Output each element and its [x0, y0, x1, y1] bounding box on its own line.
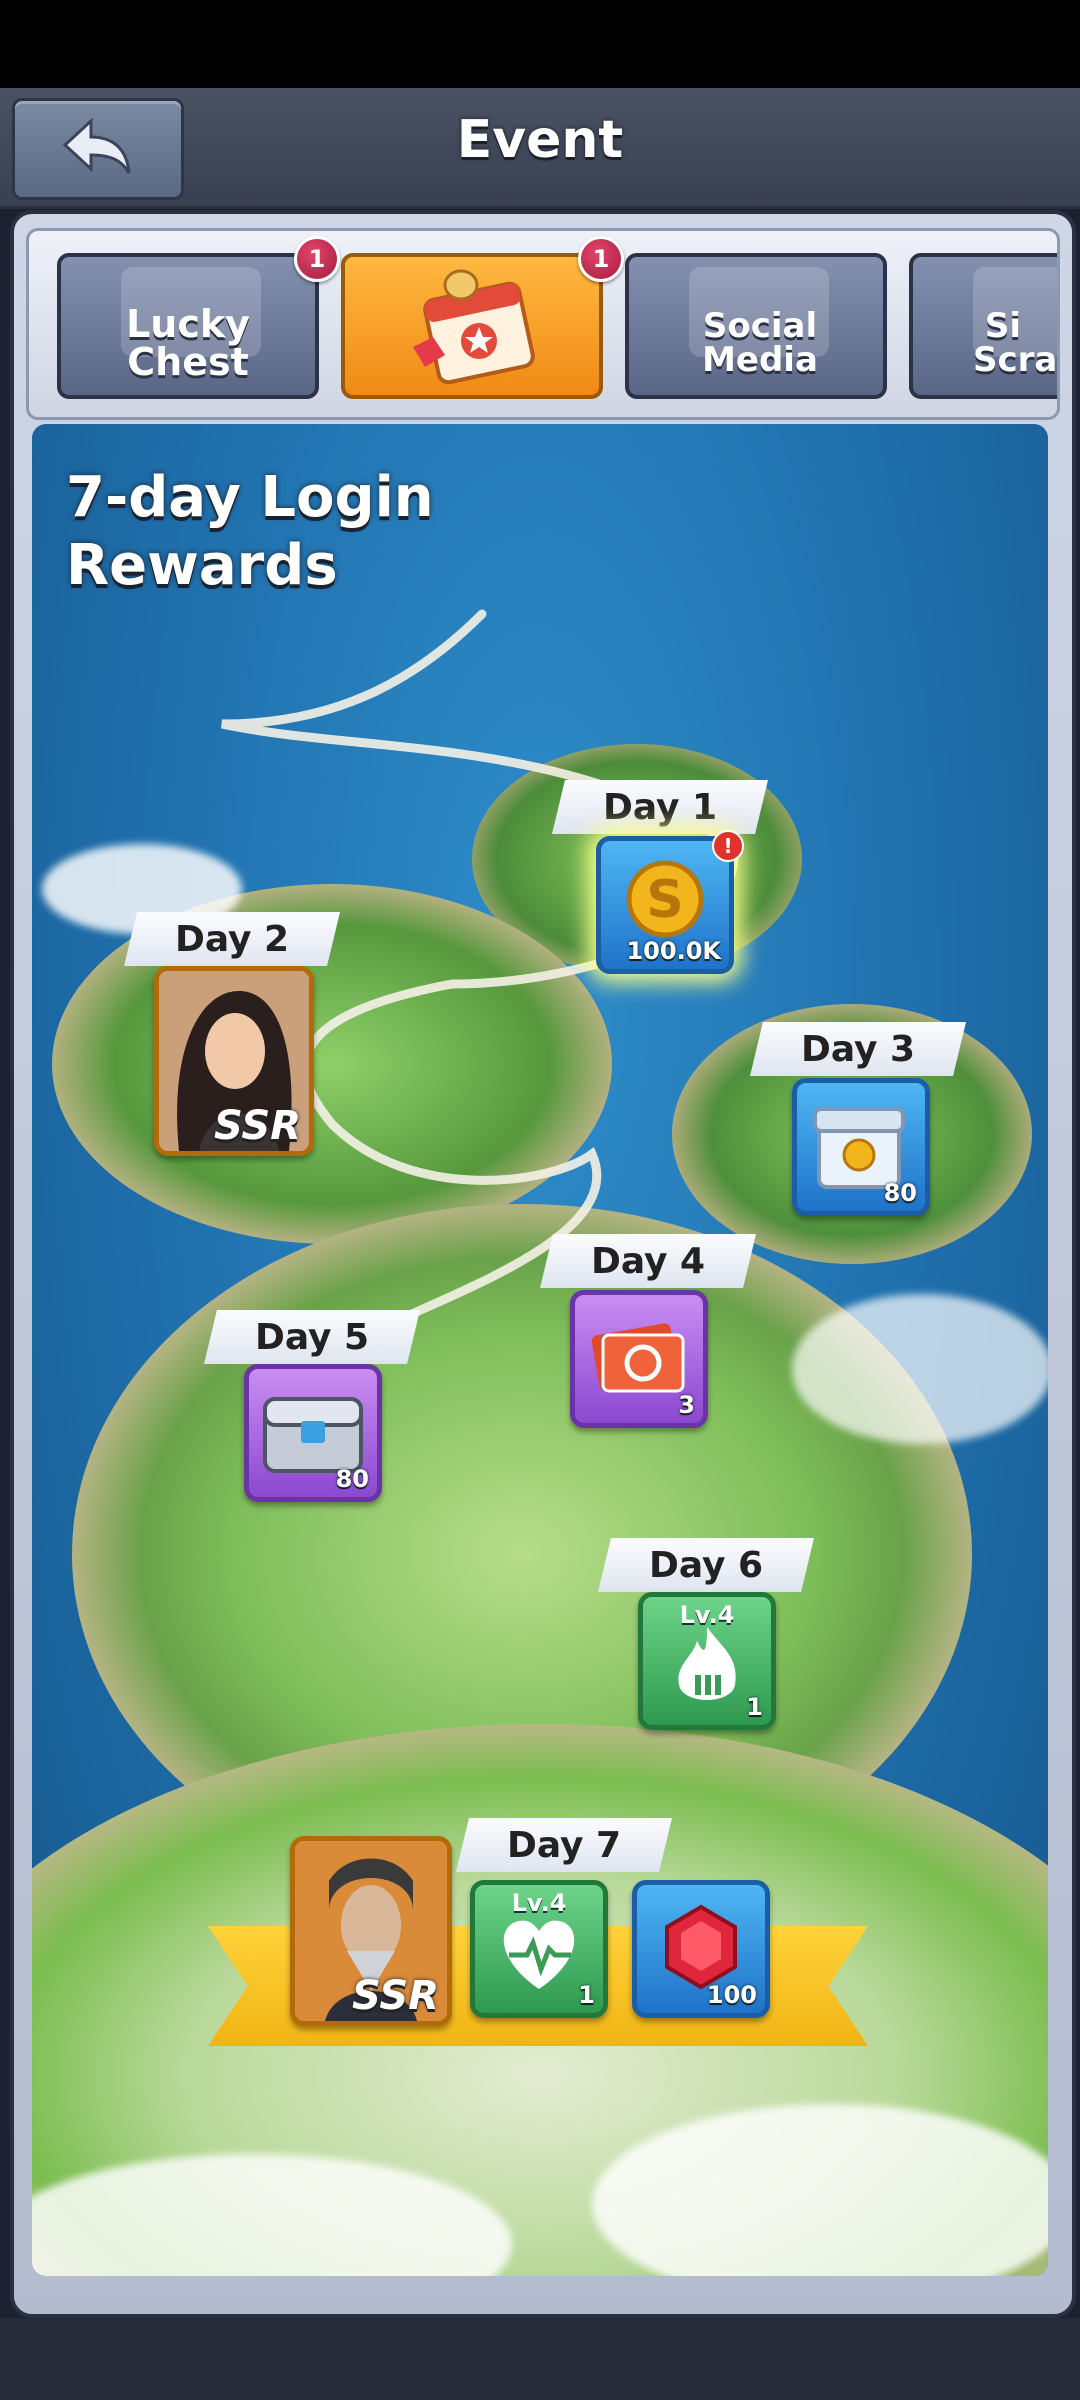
- reward-quantity: 80: [883, 1179, 917, 1207]
- day-label: Day 5: [204, 1310, 420, 1364]
- tab-label: Social Media: [702, 306, 818, 380]
- calendar-gift-icon: [413, 269, 535, 385]
- tab-social-media[interactable]: Social Media: [625, 253, 887, 399]
- day-5-reward[interactable]: 80: [244, 1364, 382, 1502]
- tab-login-rewards[interactable]: [341, 253, 603, 399]
- skill-level: Lv.4: [511, 1889, 567, 1917]
- day-label: Day 4: [540, 1234, 756, 1288]
- day-label: Day 3: [750, 1022, 966, 1076]
- reward-quantity: 100.0K: [626, 937, 721, 965]
- day-7-hero-reward[interactable]: SSR: [290, 1836, 452, 2026]
- day-label: Day 1: [552, 780, 768, 834]
- tab-lucky-chest[interactable]: Lucky Chest: [57, 253, 319, 399]
- reward-quantity: 80: [335, 1465, 369, 1493]
- title-line: Rewards: [66, 533, 338, 598]
- skill-level: Lv.4: [679, 1601, 735, 1629]
- day-label: Day 6: [598, 1538, 814, 1592]
- status-bar: [0, 0, 1080, 88]
- day-label: Day 7: [456, 1818, 672, 1872]
- login-rewards-map: 7-day Login Rewards Day 1 S 100.0K ! Day…: [32, 424, 1048, 2276]
- tab-label: Si Scra: [973, 306, 1058, 380]
- top-bar: Event: [0, 88, 1080, 209]
- day-3-reward[interactable]: 80: [792, 1078, 930, 1216]
- reward-quantity: 1: [578, 1981, 595, 2009]
- page-header-title: Event: [456, 110, 624, 170]
- page-title: 7-day Login Rewards: [66, 464, 434, 600]
- day-4-reward[interactable]: 3: [570, 1290, 708, 1428]
- day-7-gem-reward[interactable]: 100: [632, 1880, 770, 2018]
- notification-badge: 1: [294, 236, 340, 282]
- day-1-reward[interactable]: S 100.0K: [596, 836, 734, 974]
- event-tab-bar: Lucky Chest Social Media Si Scra: [26, 228, 1060, 420]
- reward-quantity: 1: [746, 1693, 763, 1721]
- title-line: 7-day Login: [66, 465, 434, 530]
- alert-icon: !: [712, 830, 744, 862]
- rarity-label: SSR: [352, 1973, 439, 2019]
- bottom-bar: [0, 2318, 1080, 2400]
- tab-si-scra[interactable]: Si Scra: [909, 253, 1058, 399]
- svg-text:S: S: [646, 870, 683, 930]
- tab-label: Lucky Chest: [126, 302, 250, 384]
- rarity-label: SSR: [214, 1103, 301, 1149]
- reward-quantity: 3: [678, 1391, 695, 1419]
- day-label: Day 2: [124, 912, 340, 966]
- day-2-reward[interactable]: SSR: [154, 966, 314, 1156]
- day-6-reward[interactable]: Lv.4 1: [638, 1592, 776, 1730]
- reward-quantity: 100: [706, 1981, 757, 2009]
- notification-badge: 1: [578, 236, 624, 282]
- day-7-skill-reward[interactable]: Lv.4 1: [470, 1880, 608, 2018]
